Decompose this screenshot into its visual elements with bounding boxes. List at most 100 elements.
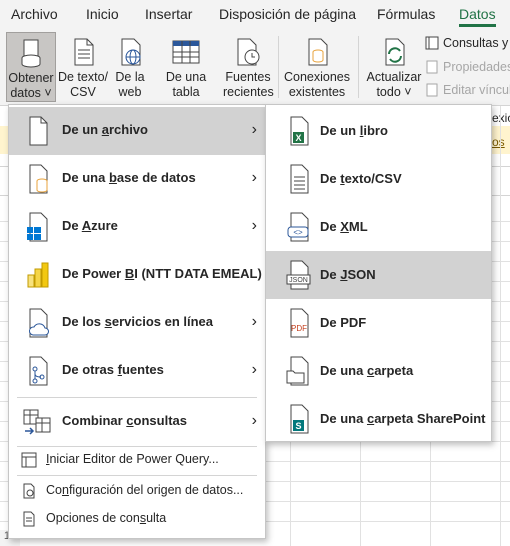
menu-item-label: De Azure [62,218,118,233]
edit-links-icon [426,83,438,97]
power-query-editor-icon [21,452,37,468]
menu-item-data-source-settings[interactable]: Configuración del origen de datos... [9,478,265,504]
from-web-label-1: De la [115,70,145,84]
xml-badge: <> [293,228,303,237]
sharepoint-folder-icon: S [290,404,309,434]
queries-icon [425,36,439,50]
ribbon-peek-text: exio [492,111,510,125]
submenu-item-from-xml[interactable]: <> De XML [266,203,491,251]
refresh-label-2: todo ˅ [376,85,412,99]
menu-divider [17,475,257,476]
properties-button[interactable]: Propiedades [425,60,510,74]
submenu-item-from-pdf[interactable]: PDF De PDF [266,299,491,347]
menu-item-label: Iniciar Editor de Power Query... [46,452,219,466]
queries-label: Consultas y c [443,36,510,50]
menu-item-label: De una base de datos [62,170,196,185]
get-data-label-1: Obtener [8,71,54,85]
excel-workbook-icon: X [290,116,309,146]
chevron-right-icon: › [251,217,257,234]
other-sources-icon [29,356,48,386]
menu-item-query-options[interactable]: Opciones de consulta [9,506,265,532]
recent-sources-button[interactable]: Fuentes recientes [223,32,274,102]
ribbon-divider [358,36,359,98]
tab-datos[interactable]: Datos [459,6,496,27]
from-text-label-2: CSV [70,85,96,99]
menu-item-from-online-services[interactable]: De los servicios en línea › [9,299,265,347]
get-data-icon [21,39,41,68]
get-data-label-2: datos ˅ [10,86,52,100]
refresh-icon [385,38,405,66]
tab-archivo[interactable]: Archivo [11,6,58,22]
text-file-icon [74,38,94,66]
clock-file-icon [237,38,260,66]
chevron-right-icon: › [251,313,257,330]
menu-item-launch-power-query[interactable]: Iniciar Editor de Power Query... [9,447,265,473]
xml-icon: <> [287,212,309,242]
chevron-right-icon: › [251,121,257,138]
menu-item-label: Configuración del origen de datos... [46,483,244,497]
menu-item-label: De otras fuentes [62,362,164,377]
tab-formulas[interactable]: Fórmulas [377,6,435,22]
submenu-item-label: De XML [320,219,368,234]
connections-icon [308,38,328,66]
from-web-button[interactable]: De la web [111,32,149,102]
tab-insertar[interactable]: Insertar [145,6,192,22]
text-csv-icon [290,164,309,194]
file-icon [29,116,48,146]
connections-label-2: existentes [288,85,346,99]
properties-icon [426,60,438,74]
chevron-right-icon: › [251,412,257,429]
from-table-button[interactable]: De una tabla o rango [151,32,221,114]
from-text-csv-button[interactable]: De texto/ CSV [57,32,109,102]
sharepoint-badge: S [295,421,301,431]
menu-item-label: De los servicios en línea [62,314,214,329]
submenu-item-label: De PDF [320,315,367,330]
submenu-item-from-text-csv[interactable]: De texto/CSV [266,155,491,203]
json-badge: JSON [289,277,308,284]
edit-links-label: Editar víncul [443,83,510,97]
get-data-button[interactable]: Obtener datos ˅ [6,32,56,102]
chevron-right-icon: › [251,361,257,378]
get-data-menu: De un archivo › De una base de datos › D… [8,104,266,539]
submenu-item-from-sharepoint-folder[interactable]: S De una carpeta SharePoint [266,395,491,443]
from-web-label-2: web [118,85,142,99]
menu-item-label: Combinar consultas [62,413,187,428]
edit-links-button[interactable]: Editar víncul [425,83,510,97]
from-table-label-1: De una tabla [165,70,207,99]
chevron-right-icon: › [251,169,257,186]
submenu-item-from-json[interactable]: JSON De JSON [266,251,491,299]
properties-label: Propiedades [443,60,510,74]
submenu-item-label: De un libro [320,123,388,138]
submenu-item-label: De una carpeta SharePoint [320,411,486,426]
refresh-all-button[interactable]: Actualizar todo ˅ [366,32,422,102]
menu-item-from-power-bi[interactable]: De Power BI (NTT DATA EMEAL) [9,251,265,299]
ribbon-tabs: Archivo Inicio Insertar Disposición de p… [0,0,510,30]
submenu-item-from-folder[interactable]: De una carpeta [266,347,491,395]
query-options-icon [23,511,35,527]
pdf-badge: PDF [291,324,307,333]
menu-item-combine-queries[interactable]: Combinar consultas › [9,398,265,446]
from-file-submenu: X De un libro De texto/CSV <> De XML JSO… [265,104,492,442]
info-bar-link[interactable]: os [492,135,505,149]
connections-label-1: Conexiones [283,70,350,84]
from-text-label-1: De texto/ [57,70,109,84]
queries-connections-button[interactable]: Consultas y c [425,36,510,50]
menu-item-from-database[interactable]: De una base de datos › [9,155,265,203]
ribbon-divider [278,36,279,98]
menu-item-from-other-sources[interactable]: De otras fuentes › [9,347,265,395]
menu-item-from-file[interactable]: De un archivo › [9,107,265,155]
tab-disposicion[interactable]: Disposición de página [219,6,356,22]
database-icon [29,164,48,194]
azure-windows-icon [27,212,48,242]
recent-label-2: recientes [223,85,274,99]
submenu-item-from-workbook[interactable]: X De un libro [266,107,491,155]
tab-inicio[interactable]: Inicio [86,6,119,22]
power-bi-icon [27,262,49,288]
combine-queries-icon [23,409,51,435]
existing-connections-button[interactable]: Conexiones existentes [283,32,351,102]
menu-item-from-azure[interactable]: De Azure › [9,203,265,251]
table-icon [172,40,200,64]
submenu-item-label: De una carpeta [320,363,414,378]
ribbon: Obtener datos ˅ De texto/ CSV De la web … [0,30,510,114]
cloud-file-icon [29,308,49,338]
